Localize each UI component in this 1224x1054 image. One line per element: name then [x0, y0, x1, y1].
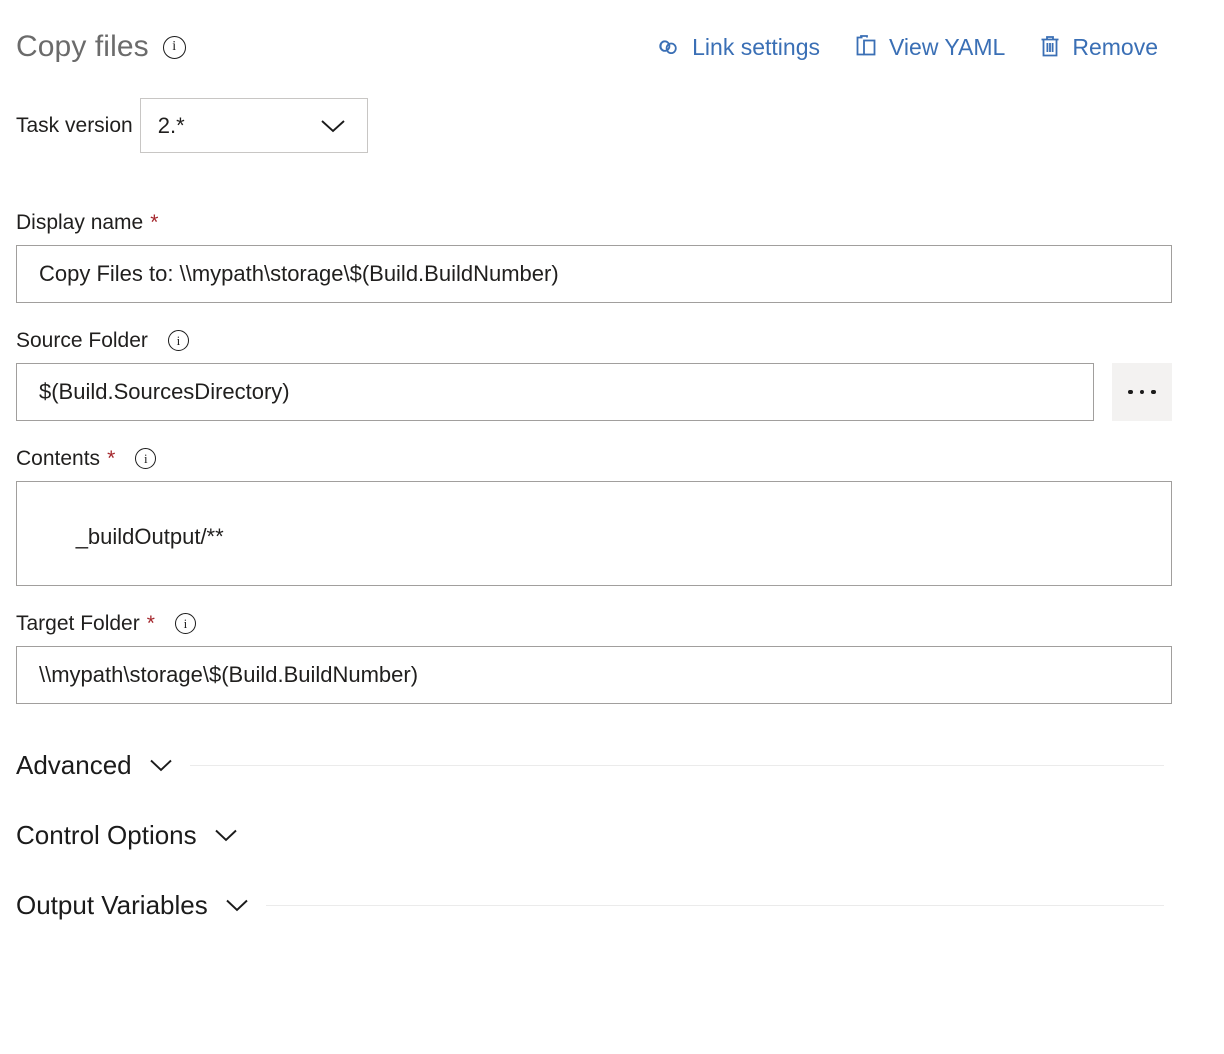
section-advanced[interactable]: Advanced: [16, 748, 1208, 782]
ellipsis-icon: [1151, 390, 1156, 395]
info-icon[interactable]: i: [163, 36, 186, 59]
chevron-down-icon: [213, 827, 239, 843]
link-settings-button[interactable]: Link settings: [655, 34, 820, 61]
resize-grip-icon[interactable]: [1154, 568, 1168, 582]
target-folder-input[interactable]: \\mypath\storage\$(Build.BuildNumber): [16, 646, 1172, 704]
display-name-input[interactable]: Copy Files to: \\mypath\storage\$(Build.…: [16, 245, 1172, 303]
ellipsis-icon: [1140, 390, 1145, 395]
task-editor-panel: Copy files i Link settings: [0, 0, 1224, 1054]
contents-value: _buildOutput/**: [76, 524, 224, 549]
remove-label: Remove: [1072, 34, 1158, 61]
chevron-down-icon: [224, 897, 250, 913]
remove-button[interactable]: Remove: [1039, 34, 1158, 61]
required-marker: *: [150, 212, 158, 233]
ellipsis-icon: [1128, 390, 1133, 395]
section-output-variables-title: Output Variables: [16, 890, 208, 921]
task-version-value: 2.*: [141, 113, 185, 139]
source-folder-browse-button[interactable]: [1112, 363, 1172, 421]
section-advanced-title: Advanced: [16, 750, 132, 781]
clipboard-icon: [854, 34, 878, 60]
link-icon: [655, 36, 681, 58]
display-name-field: Display name * Copy Files to: \\mypath\s…: [16, 211, 1208, 303]
view-yaml-label: View YAML: [889, 34, 1005, 61]
section-divider: [255, 835, 1164, 836]
chevron-down-icon: [319, 117, 347, 135]
panel-header: Copy files i Link settings: [16, 0, 1208, 76]
link-settings-label: Link settings: [692, 34, 820, 61]
page-title: Copy files: [16, 32, 149, 62]
contents-textarea[interactable]: _buildOutput/**: [16, 481, 1172, 586]
display-name-label: Display name: [16, 211, 143, 234]
target-folder-label-row: Target Folder * i: [16, 612, 1208, 635]
required-marker: *: [107, 448, 115, 469]
source-folder-field: Source Folder i $(Build.SourcesDirectory…: [16, 329, 1208, 421]
info-icon[interactable]: i: [168, 330, 189, 351]
title-group: Copy files i: [16, 32, 186, 62]
contents-field: Contents * i _buildOutput/**: [16, 447, 1208, 586]
display-name-label-row: Display name *: [16, 211, 1208, 234]
source-folder-label-row: Source Folder i: [16, 329, 1208, 352]
section-divider: [190, 765, 1164, 766]
source-folder-input-group: $(Build.SourcesDirectory): [16, 363, 1208, 421]
task-version-label: Task version: [16, 114, 140, 138]
chevron-down-icon: [148, 757, 174, 773]
required-marker: *: [147, 613, 155, 634]
info-icon[interactable]: i: [175, 613, 196, 634]
source-folder-label: Source Folder: [16, 329, 148, 352]
source-folder-input[interactable]: $(Build.SourcesDirectory): [16, 363, 1094, 421]
task-version-row: Task version 2.*: [16, 98, 1208, 153]
contents-label-row: Contents * i: [16, 447, 1208, 470]
view-yaml-button[interactable]: View YAML: [854, 34, 1005, 61]
section-control-options-title: Control Options: [16, 820, 197, 851]
target-folder-label: Target Folder: [16, 612, 140, 635]
section-divider: [266, 905, 1164, 906]
contents-label: Contents: [16, 447, 100, 470]
trash-icon: [1039, 34, 1061, 60]
section-control-options[interactable]: Control Options: [16, 818, 1208, 852]
info-icon[interactable]: i: [135, 448, 156, 469]
task-version-select[interactable]: 2.*: [140, 98, 368, 153]
target-folder-field: Target Folder * i \\mypath\storage\$(Bui…: [16, 612, 1208, 704]
header-actions: Link settings View YAML: [655, 34, 1208, 61]
section-output-variables[interactable]: Output Variables: [16, 888, 1208, 922]
